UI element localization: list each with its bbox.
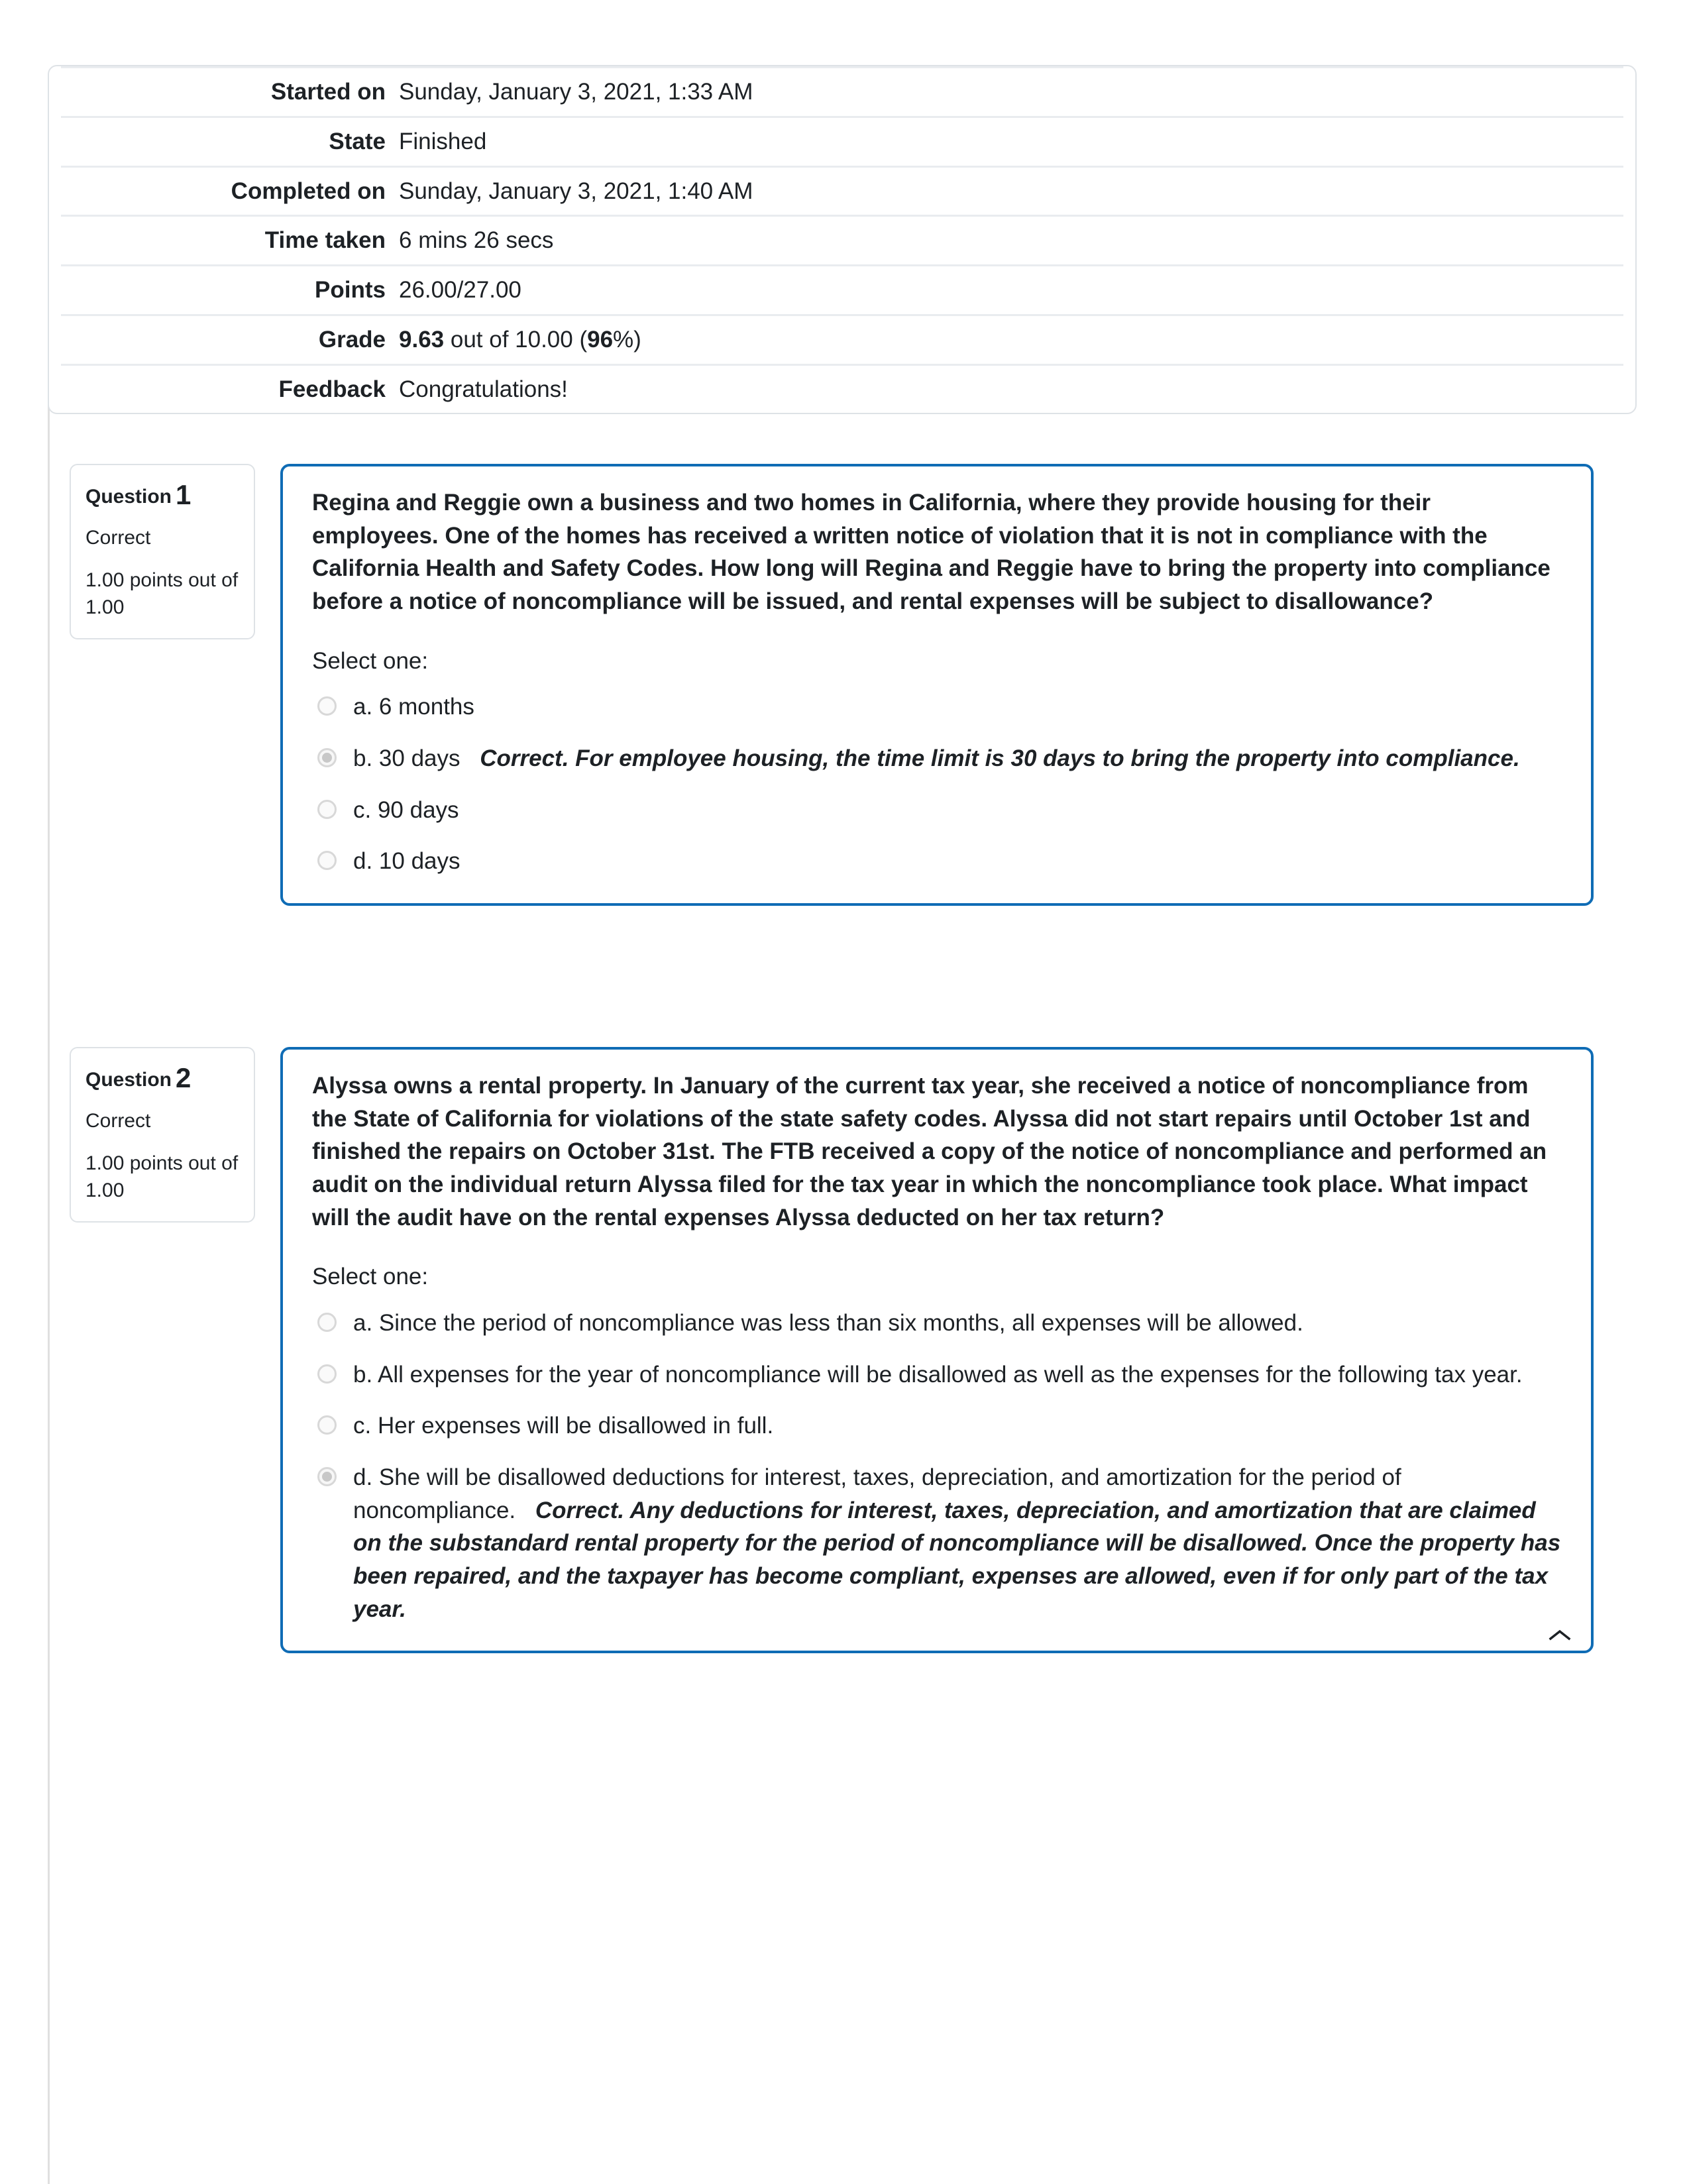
summary-value-grade: 9.63 out of 10.00 (96%) [392, 313, 1623, 364]
answer-text-2b: b. All expenses for the year of noncompl… [353, 1361, 1523, 1388]
answer-option-2c[interactable]: c. Her expenses will be disallowed in fu… [312, 1409, 1562, 1443]
summary-value-started-on: Sunday, January 3, 2021, 1:33 AM [392, 66, 1623, 117]
table-row: Feedback Congratulations! [61, 363, 1623, 413]
question-number-1: 1 [176, 479, 191, 510]
summary-label-feedback: Feedback [61, 363, 392, 413]
table-row: Points 26.00/27.00 [61, 264, 1623, 315]
answer-option-1b[interactable]: b. 30 days Correct. For employee housing… [312, 742, 1562, 775]
summary-value-feedback: Congratulations! [392, 363, 1623, 413]
table-row: Started on Sunday, January 3, 2021, 1:33… [61, 66, 1623, 117]
answer-feedback-2d: Correct. Any deductions for interest, ta… [353, 1497, 1561, 1622]
content-left-rule [48, 398, 50, 2184]
question-info-2: Question 2 Correct 1.00 points out of 1.0… [70, 1047, 255, 1223]
answer-option-1c[interactable]: c. 90 days [312, 794, 1562, 827]
question-number-heading-2: Question 2 [85, 1062, 239, 1093]
summary-value-state: Finished [392, 115, 1623, 166]
radio-button-2a[interactable] [317, 1312, 337, 1332]
question-marks-2: 1.00 points out of 1.00 [85, 1152, 239, 1201]
grade-percent: 96 [587, 326, 614, 353]
question-label-2: Question [85, 1069, 172, 1091]
answer-option-2d[interactable]: d. She will be disallowed deductions for… [312, 1461, 1562, 1625]
question-content-2: Alyssa owns a rental property. In Januar… [280, 1047, 1594, 1654]
quiz-summary-table: Started on Sunday, January 3, 2021, 1:33… [61, 66, 1623, 413]
question-text-1: Regina and Reggie own a business and two… [312, 490, 1551, 615]
question-label-1: Question [85, 486, 172, 508]
question-number-2: 2 [176, 1062, 191, 1093]
question-number-heading-1: Question 1 [85, 479, 239, 510]
grade-end-text: %) [613, 326, 641, 353]
summary-value-points: 26.00/27.00 [392, 264, 1623, 315]
table-row: Completed on Sunday, January 3, 2021, 1:… [61, 165, 1623, 216]
answer-list-1: a. 6 months b. 30 days Correct. For empl… [312, 690, 1562, 878]
question-state-2: Correct [85, 1110, 151, 1132]
answer-text-1b: b. 30 days [353, 745, 461, 771]
answer-text-1a: a. 6 months [353, 694, 474, 720]
table-row: State Finished [61, 115, 1623, 166]
grade-middle-text: out of 10.00 ( [444, 326, 588, 353]
summary-label-completed-on: Completed on [61, 165, 392, 216]
answer-text-2a: a. Since the period of noncompliance was… [353, 1309, 1303, 1336]
table-row: Grade 9.63 out of 10.00 (96%) [61, 313, 1623, 364]
question-text-2: Alyssa owns a rental property. In Januar… [312, 1073, 1547, 1230]
radio-button-1a[interactable] [317, 696, 337, 716]
answer-text-1d: d. 10 days [353, 848, 461, 875]
answer-text-1c: c. 90 days [353, 796, 459, 823]
radio-button-2c[interactable] [317, 1415, 337, 1435]
answer-text-2c: c. Her expenses will be disallowed in fu… [353, 1413, 774, 1439]
chevron-up-icon[interactable] [1549, 1628, 1571, 1641]
answer-feedback-1b: Correct. For employee housing, the time … [480, 745, 1520, 771]
quiz-summary-card: Started on Sunday, January 3, 2021, 1:33… [48, 65, 1637, 415]
answer-option-1a[interactable]: a. 6 months [312, 690, 1562, 724]
summary-label-time-taken: Time taken [61, 215, 392, 266]
question-state-1: Correct [85, 527, 151, 549]
summary-label-grade: Grade [61, 313, 392, 364]
radio-button-1b[interactable] [317, 747, 337, 767]
answer-option-1d[interactable]: d. 10 days [312, 845, 1562, 878]
summary-label-started-on: Started on [61, 66, 392, 117]
select-one-label-2: Select one: [312, 1264, 429, 1290]
summary-value-time-taken: 6 mins 26 secs [392, 215, 1623, 266]
radio-button-2d[interactable] [317, 1467, 337, 1486]
answer-list-2: a. Since the period of noncompliance was… [312, 1307, 1562, 1626]
radio-button-2b[interactable] [317, 1364, 337, 1384]
summary-label-points: Points [61, 264, 392, 315]
summary-value-completed-on: Sunday, January 3, 2021, 1:40 AM [392, 165, 1623, 216]
summary-label-state: State [61, 115, 392, 166]
table-row: Time taken 6 mins 26 secs [61, 215, 1623, 266]
grade-number: 9.63 [399, 326, 445, 353]
radio-button-1c[interactable] [317, 799, 337, 819]
question-content-1: Regina and Reggie own a business and two… [280, 464, 1594, 906]
radio-button-1d[interactable] [317, 851, 337, 871]
answer-option-2b[interactable]: b. All expenses for the year of noncompl… [312, 1358, 1562, 1392]
select-one-label-1: Select one: [312, 647, 429, 674]
answer-option-2a[interactable]: a. Since the period of noncompliance was… [312, 1307, 1562, 1340]
question-info-1: Question 1 Correct 1.00 points out of 1.0… [70, 464, 255, 640]
question-marks-1: 1.00 points out of 1.00 [85, 569, 239, 618]
